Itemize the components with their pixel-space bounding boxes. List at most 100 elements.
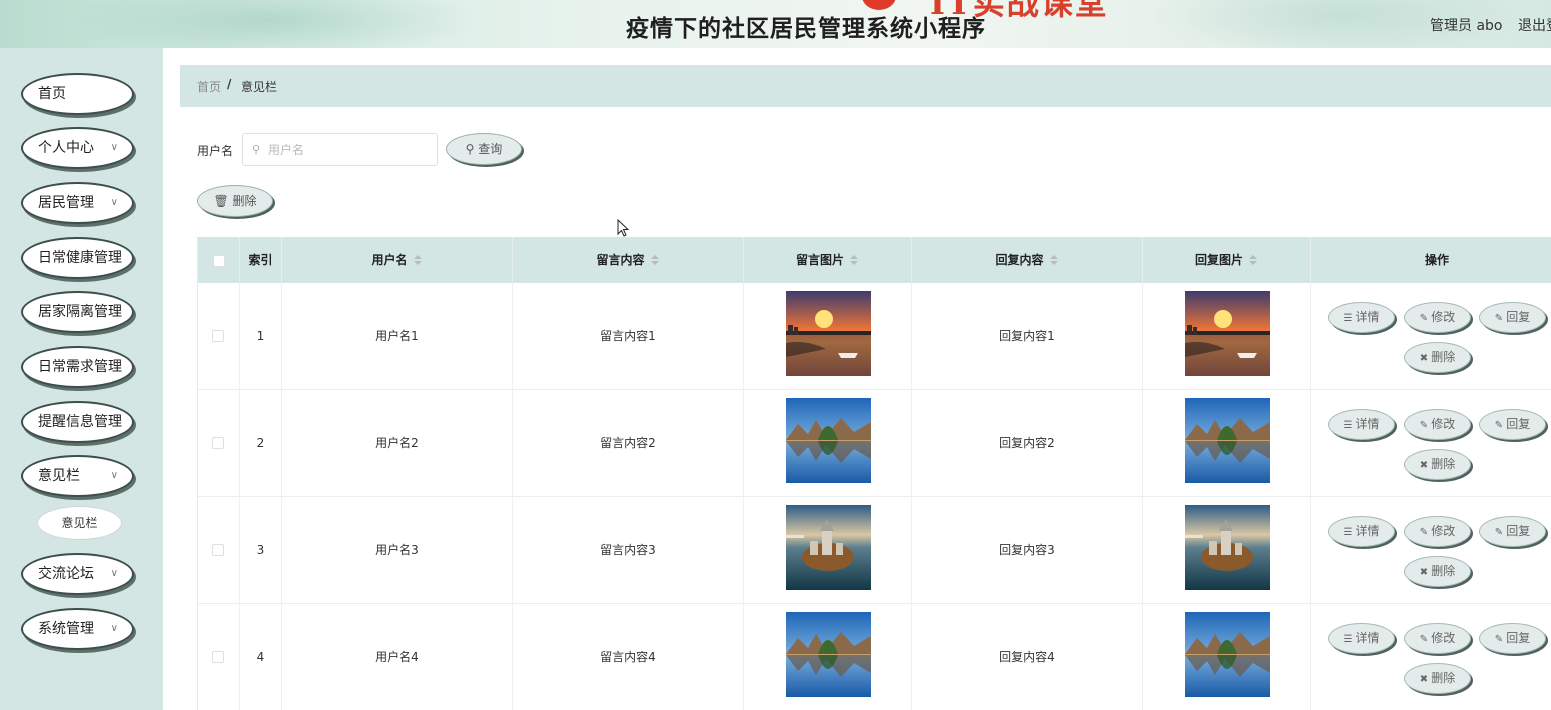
sidebar-item-label: 意见栏 [38,468,80,484]
reply-button-label: 回复 [1506,631,1531,645]
header-background-wash [60,0,480,48]
reply-button[interactable]: ✎ 回复 [1479,623,1546,654]
trash-icon: ✖ [1419,353,1429,364]
cell-select [198,283,240,390]
sort-icon[interactable] [650,254,660,267]
search-icon: ⚲ [252,143,261,156]
cell-message: 留言内容4 [513,604,744,710]
table-row[interactable]: 3 用户名3 留言内容3 回复内容3 ☰ 详情 ✎ 修改 ✎ 回复 ✖ 删除 [198,497,1551,604]
detail-button-label: 详情 [1355,631,1380,645]
detail-button-label: 详情 [1355,524,1380,538]
reply-image[interactable] [1185,505,1270,590]
cell-message: 留言内容2 [513,390,744,497]
delete-button[interactable]: ✖ 删除 [1404,663,1471,694]
batch-delete-button[interactable]: 🗑 删除 [197,185,273,217]
sidebar-item-feedback[interactable]: 意见栏 ∨ [21,455,134,497]
search-input[interactable] [268,141,428,159]
message-image[interactable] [786,398,871,483]
sidebar-item-health[interactable]: 日常健康管理 [21,237,134,279]
edit-button[interactable]: ✎ 修改 [1404,302,1471,333]
row-checkbox[interactable] [212,330,224,342]
cell-actions [1311,497,1551,604]
cell-index: 3 [240,497,282,604]
table-header: 索引 用户名 留言内容 留言图片 回复内容 回复图片 操作 [198,237,1551,283]
sort-icon[interactable] [1049,254,1059,267]
reply-image[interactable] [1185,612,1270,697]
chevron-down-icon: ∨ [110,470,118,481]
breadcrumb-separator: / [227,77,232,91]
select-all-checkbox[interactable] [213,255,225,267]
table-row[interactable]: 4 用户名4 留言内容4 回复内容4 ☰ 详情 ✎ 修改 ✎ 回复 ✖ 删除 [198,604,1551,710]
header-actions: 操作 [1424,253,1449,267]
edit-button[interactable]: ✎ 修改 [1404,409,1471,440]
detail-button[interactable]: ☰ 详情 [1328,623,1395,654]
cell-reply: 回复内容1 [912,283,1143,390]
row-checkbox[interactable] [212,544,224,556]
row-checkbox[interactable] [212,651,224,663]
document-icon: ☰ [1343,527,1353,538]
document-icon: ☰ [1343,634,1353,645]
sidebar-item-residents[interactable]: 居民管理 ∨ [21,182,134,224]
cell-username: 用户名3 [282,497,513,604]
logout-link[interactable]: 退出登 [1518,15,1551,35]
message-image[interactable] [786,291,871,376]
sidebar-item-label: 日常健康管理 [38,250,122,266]
cell-actions [1311,283,1551,390]
sidebar-subitem-feedback[interactable]: 意见栏 [37,506,122,540]
edit-button[interactable]: ✎ 修改 [1404,623,1471,654]
header-reply[interactable]: 回复内容 [912,237,1143,283]
delete-button-label: 删除 [1431,350,1456,364]
header-reply-label: 回复内容 [995,253,1044,267]
reply-button[interactable]: ✎ 回复 [1479,302,1546,333]
breadcrumb-home[interactable]: 首页 [197,78,221,95]
cell-index: 2 [240,390,282,497]
sidebar-item-system[interactable]: 系统管理 ∨ [21,608,134,650]
sidebar-item-needs[interactable]: 日常需求管理 [21,346,134,388]
reply-image[interactable] [1185,291,1270,376]
search-input-wrapper[interactable]: ⚲ [242,133,438,166]
sort-icon[interactable] [1248,254,1258,267]
trash-icon: ✖ [1419,674,1429,685]
chevron-down-icon: ∨ [110,142,118,153]
query-button[interactable]: ⚲ 查询 [446,133,522,165]
mouse-cursor-icon [617,219,629,237]
delete-button[interactable]: ✖ 删除 [1404,342,1471,373]
table-row[interactable]: 1 用户名1 留言内容1 回复内容1 ☰ 详情 ✎ 修改 ✎ 回复 ✖ 删除 [198,283,1551,390]
detail-button[interactable]: ☰ 详情 [1328,409,1395,440]
detail-button[interactable]: ☰ 详情 [1328,516,1395,547]
table-row[interactable]: 2 用户名2 留言内容2 回复内容2 ☰ 详情 ✎ 修改 ✎ 回复 ✖ 删除 [198,390,1551,497]
sort-icon[interactable] [413,254,423,267]
sort-icon[interactable] [849,254,859,267]
cell-message: 留言内容1 [513,283,744,390]
edit-button[interactable]: ✎ 修改 [1404,516,1471,547]
reply-button[interactable]: ✎ 回复 [1479,516,1546,547]
header-reply-image[interactable]: 回复图片 [1143,237,1311,283]
sidebar-item-reminders[interactable]: 提醒信息管理 [21,401,134,443]
edit-button-label: 修改 [1431,417,1456,431]
cell-select [198,390,240,497]
header-username[interactable]: 用户名 [282,237,513,283]
message-image[interactable] [786,505,871,590]
reply-image[interactable] [1185,398,1270,483]
sidebar-item-profile[interactable]: 个人中心 ∨ [21,127,134,169]
message-image[interactable] [786,612,871,697]
header-message-image-label: 留言图片 [795,253,844,267]
sidebar-item-label: 系统管理 [38,621,94,637]
row-checkbox[interactable] [212,437,224,449]
chevron-down-icon: ∨ [110,197,118,208]
cell-actions [1311,390,1551,497]
feedback-table: 索引 用户名 留言内容 留言图片 回复内容 回复图片 操作 1 用户名1 留言内容1… [197,237,1551,710]
sidebar-item-home[interactable]: 首页 [21,73,134,115]
header-username-label: 用户名 [371,253,408,267]
delete-button-label: 删除 [1431,457,1456,471]
sidebar-item-quarantine[interactable]: 居家隔离管理 [21,291,134,333]
detail-button[interactable]: ☰ 详情 [1328,302,1395,333]
search-label: 用户名 [197,144,234,158]
header-message[interactable]: 留言内容 [513,237,744,283]
delete-button[interactable]: ✖ 删除 [1404,556,1471,587]
sidebar-item-label: 首页 [38,86,66,102]
header-message-image[interactable]: 留言图片 [744,237,912,283]
reply-button[interactable]: ✎ 回复 [1479,409,1546,440]
delete-button[interactable]: ✖ 删除 [1404,449,1471,480]
sidebar-item-forum[interactable]: 交流论坛 ∨ [21,553,134,595]
